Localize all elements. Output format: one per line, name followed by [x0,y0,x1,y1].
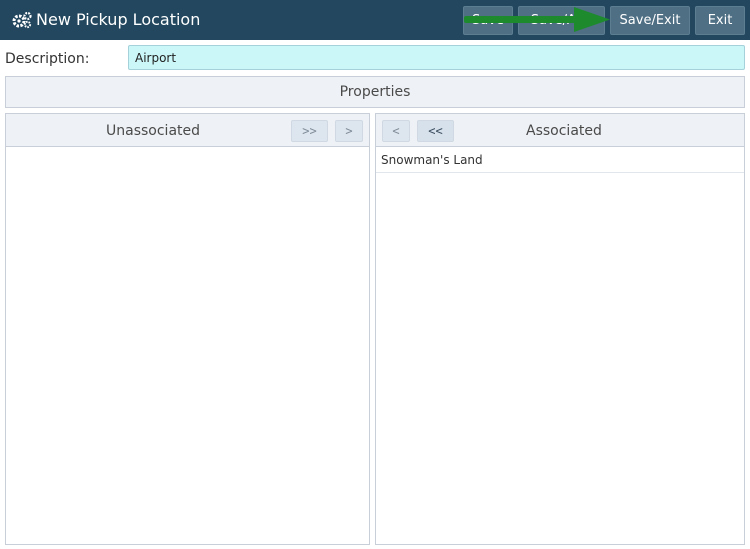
save-exit-button[interactable]: Save/Exit [610,6,690,35]
move-all-left-button[interactable]: << [417,120,454,142]
save-add-button[interactable]: Save/Add [518,6,605,35]
properties-tab[interactable]: Properties [5,76,745,108]
associated-list[interactable]: Snowman's Land [376,148,744,173]
gears-icon [12,11,32,29]
move-all-right-button[interactable]: >> [291,120,328,142]
unassociated-title: Unassociated [106,123,201,139]
move-left-button[interactable]: < [382,120,410,142]
description-input[interactable] [128,45,745,70]
associated-panel: < << Associated Snowman's Land [375,113,745,545]
associated-panel-header: < << Associated [376,114,744,147]
description-label: Description: [5,51,90,67]
window-header: New Pickup Location Save Save/Add Save/E… [0,0,750,40]
save-button[interactable]: Save [463,6,513,35]
move-right-button[interactable]: > [335,120,363,142]
list-item[interactable]: Snowman's Land [376,148,744,173]
associated-title: Associated [526,123,602,139]
unassociated-panel: Unassociated >> > [5,113,370,545]
page-title: New Pickup Location [36,10,201,29]
exit-button[interactable]: Exit [695,6,745,35]
unassociated-panel-header: Unassociated >> > [6,114,369,147]
